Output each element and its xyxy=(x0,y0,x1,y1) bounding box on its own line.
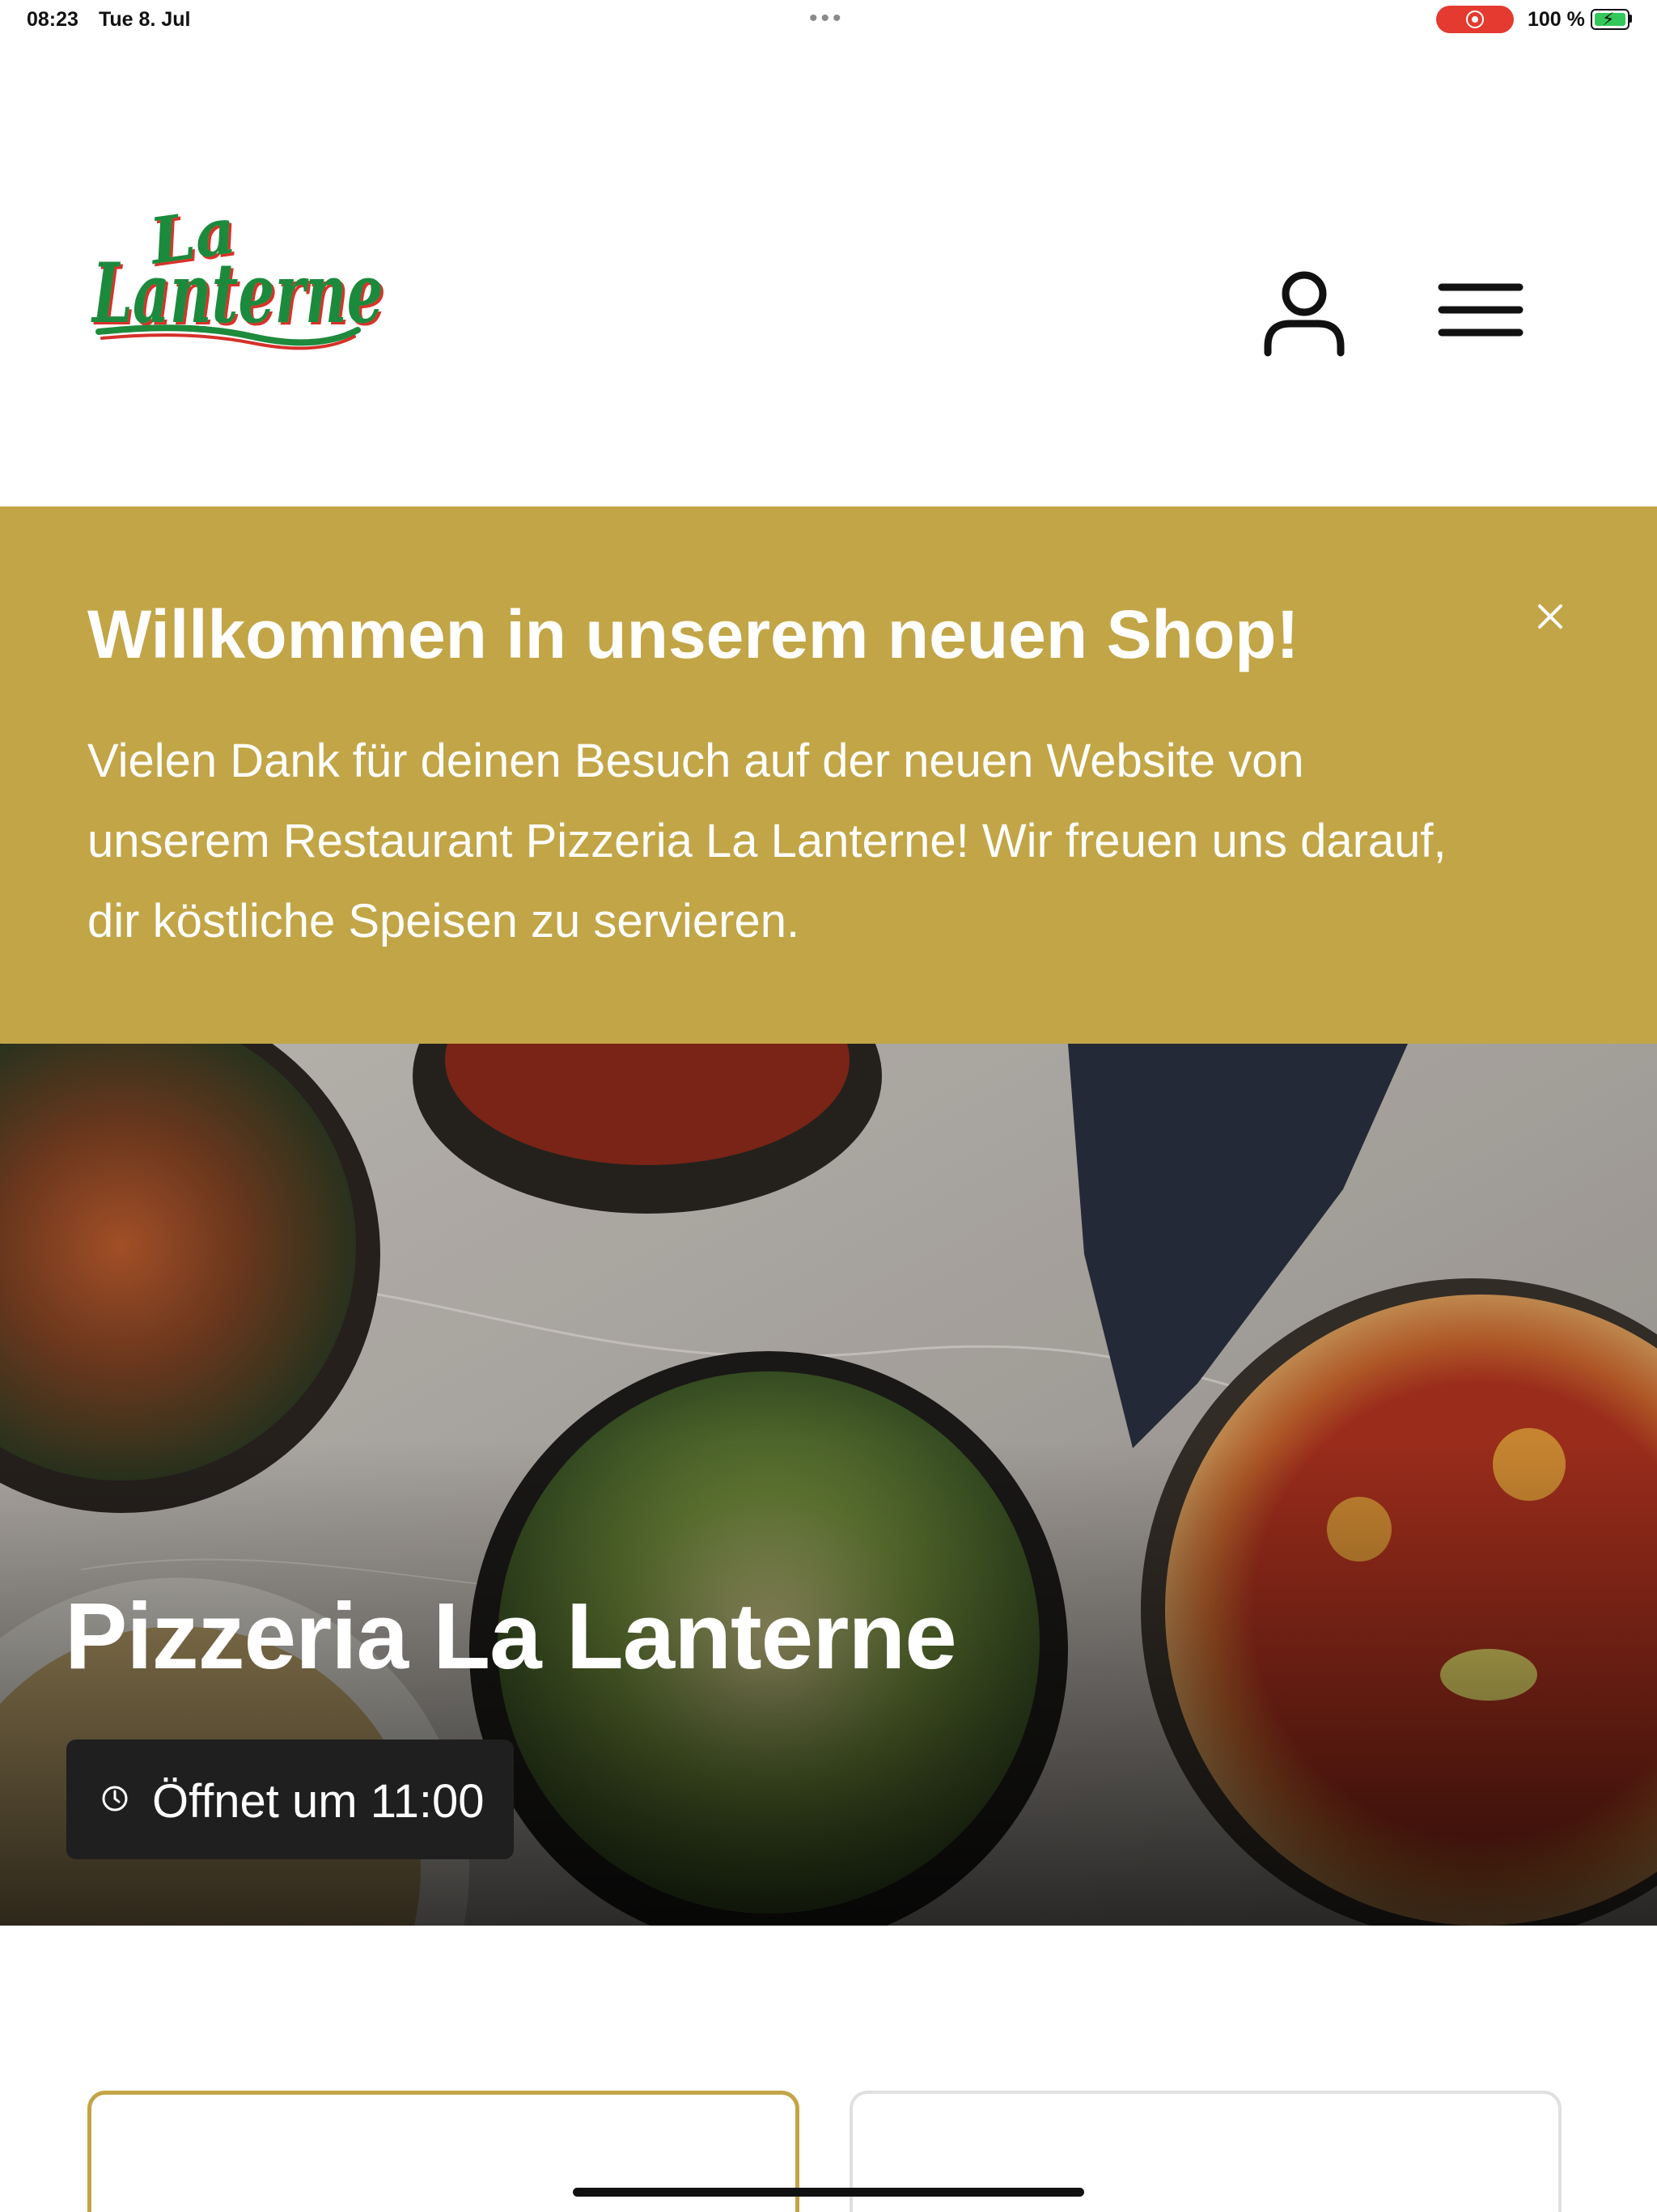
screen-recording-indicator-icon[interactable] xyxy=(1436,6,1514,33)
close-banner-button[interactable] xyxy=(1533,600,1567,634)
battery-percent: 100 % xyxy=(1528,8,1585,31)
battery-icon: ⚡ xyxy=(1591,9,1629,30)
battery-tip xyxy=(1629,15,1632,23)
welcome-text-line-3: dir köstliche Speisen zu servieren. xyxy=(87,895,800,947)
welcome-text-line-2: unserem Restaurant Pizzeria La Lanterne!… xyxy=(87,815,1447,867)
menu-button[interactable] xyxy=(1432,269,1529,350)
status-date: Tue 8. Jul xyxy=(99,8,191,31)
welcome-banner: Willkommen in unserem neuen Shop! Vielen… xyxy=(0,506,1657,1044)
welcome-text-line-1: Vielen Dank für deinen Besuch auf der ne… xyxy=(87,735,1304,787)
multitasking-dots-icon[interactable]: ••• xyxy=(809,5,845,32)
close-icon xyxy=(1538,604,1562,629)
hero-section: Pizzeria La Lanterne Öffnet um 11:00 xyxy=(0,1044,1657,1926)
home-indicator[interactable] xyxy=(573,2188,1084,2197)
status-time: 08:23 xyxy=(27,8,78,31)
opening-hours-badge: Öffnet um 11:00 xyxy=(66,1740,514,1859)
status-bar: 08:23 Tue 8. Jul ••• 100 % ⚡ xyxy=(0,0,1657,39)
welcome-text: Vielen Dank für deinen Besuch auf der ne… xyxy=(87,721,1576,961)
hero-title: Pizzeria La Lanterne xyxy=(65,1583,957,1689)
la-lanterne-logo[interactable]: La Lanterne xyxy=(91,201,398,354)
account-button[interactable] xyxy=(1258,265,1351,358)
clock-icon xyxy=(102,1786,128,1812)
menu-icon xyxy=(1438,283,1524,337)
user-icon xyxy=(1264,271,1345,357)
site-header: La Lanterne xyxy=(0,39,1657,506)
opening-hours-label: Öffnet um 11:00 xyxy=(152,1775,485,1828)
welcome-title: Willkommen in unserem neuen Shop! xyxy=(87,596,1299,672)
